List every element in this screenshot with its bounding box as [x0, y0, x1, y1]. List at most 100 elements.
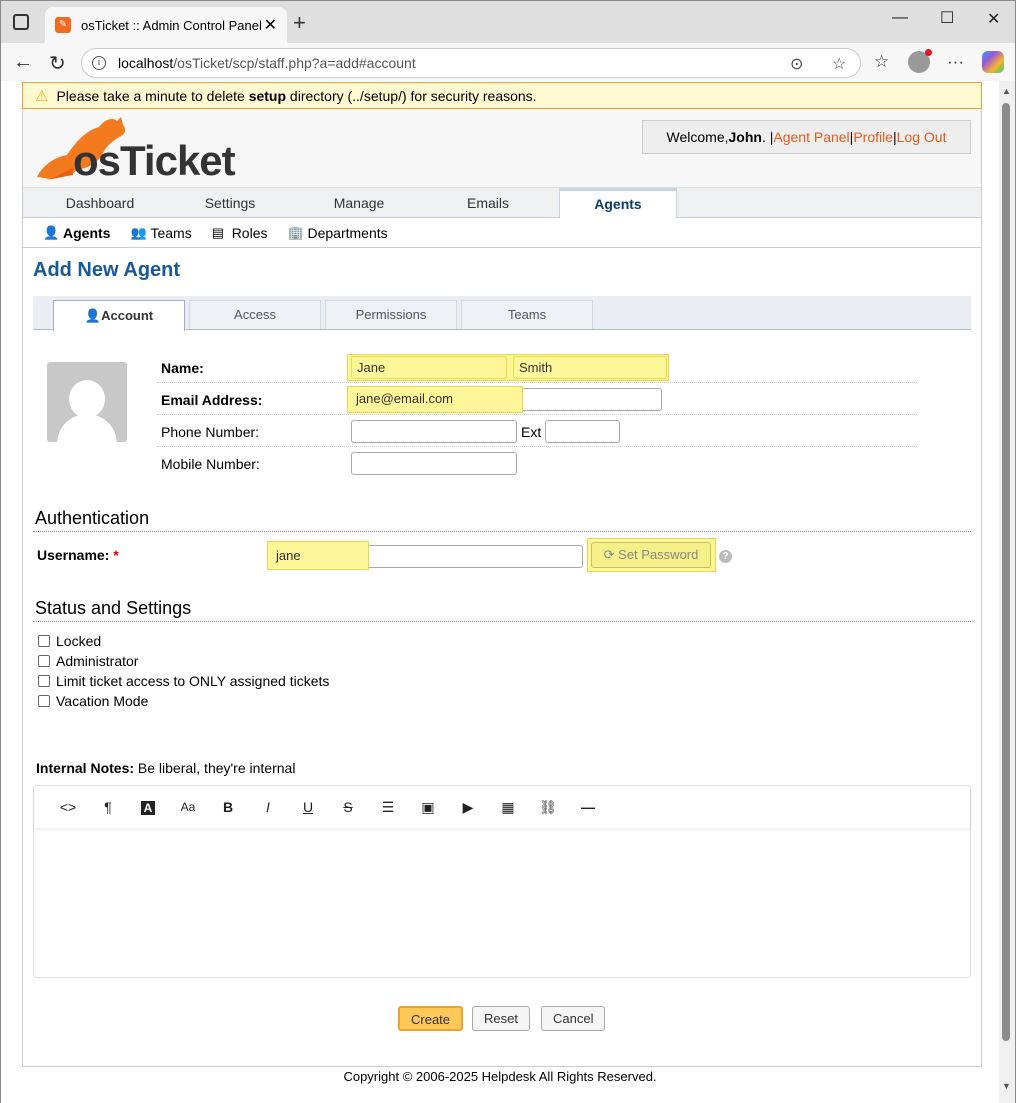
- italic-icon[interactable]: I: [248, 799, 288, 815]
- scrollbar[interactable]: ▲ ▼: [999, 81, 1015, 1103]
- set-password-label: Set Password: [618, 547, 699, 562]
- profile-link[interactable]: Profile: [853, 129, 893, 145]
- roles-icon: ▤: [211, 224, 224, 240]
- editor-toolbar: <> ¶ A Aa B I U S ☰ ▣ ▶ ▦ ⛓ —: [34, 786, 970, 828]
- minimize-icon[interactable]: —: [892, 9, 908, 27]
- close-tab-icon[interactable]: ✕: [264, 15, 277, 35]
- ext-field[interactable]: [545, 420, 620, 443]
- subnav-agents-label: Agents: [63, 224, 111, 241]
- name-row: Name: Jane Smith: [157, 351, 917, 383]
- reader-icon[interactable]: ⊙: [790, 54, 803, 74]
- osticket-favicon-icon: ✎: [55, 17, 71, 33]
- agent-panel-link[interactable]: Agent Panel: [773, 129, 849, 145]
- notes-editor[interactable]: <> ¶ A Aa B I U S ☰ ▣ ▶ ▦ ⛓ —: [33, 785, 971, 978]
- scroll-down-icon[interactable]: ▼: [1002, 1081, 1011, 1091]
- checkbox-box[interactable]: [38, 695, 50, 707]
- main-nav: Dashboard Settings Manage Emails Agents: [23, 187, 981, 220]
- font-color-glyph: A: [140, 801, 156, 815]
- tab-account[interactable]: 👤Account: [53, 300, 185, 331]
- notes-label-bold: Internal Notes:: [36, 760, 135, 776]
- welcome-sep: . |: [761, 129, 774, 145]
- form-tabs: 👤Account Access Permissions Teams: [33, 296, 971, 331]
- subnav-teams[interactable]: 👥 Teams: [130, 225, 191, 241]
- scroll-up-icon[interactable]: ▲: [1002, 86, 1011, 96]
- subnav-departments[interactable]: 🏢 Departments: [287, 225, 387, 241]
- strikethrough-icon[interactable]: S: [328, 799, 368, 815]
- site-info-icon[interactable]: i: [92, 56, 106, 70]
- browser-tab[interactable]: ✎ osTicket :: Admin Control Panel ✕: [45, 7, 287, 43]
- nav-manage[interactable]: Manage: [300, 188, 418, 219]
- nav-settings[interactable]: Settings: [171, 188, 289, 219]
- subnav-roles[interactable]: ▤ Roles: [212, 225, 268, 241]
- locked-checkbox[interactable]: Locked: [38, 633, 101, 649]
- nav-emails[interactable]: Emails: [429, 188, 547, 219]
- auth-divider: [33, 531, 971, 532]
- first-name-input[interactable]: Jane: [351, 356, 507, 379]
- profile-avatar-icon[interactable]: [908, 49, 932, 73]
- maximize-icon[interactable]: ☐: [940, 8, 954, 28]
- list-icon[interactable]: ☰: [368, 799, 408, 816]
- font-color-icon[interactable]: A: [128, 799, 168, 815]
- teams-icon: 👥: [130, 224, 147, 240]
- osticket-logo[interactable]: osTicket: [33, 113, 236, 184]
- table-icon[interactable]: ▦: [488, 799, 528, 816]
- email-value[interactable]: jane@email.com: [351, 388, 521, 411]
- tab-access[interactable]: Access: [189, 300, 321, 329]
- subnav-agents[interactable]: 👤 Agents: [43, 225, 110, 241]
- set-password-button[interactable]: ⟳ Set Password: [591, 542, 711, 568]
- username-value[interactable]: jane: [271, 545, 367, 568]
- administrator-checkbox[interactable]: Administrator: [38, 653, 138, 669]
- horizontal-rule-icon[interactable]: —: [568, 799, 608, 815]
- font-size-icon[interactable]: Aa: [168, 800, 208, 814]
- vacation-mode-label: Vacation Mode: [56, 693, 149, 709]
- mobile-row: Mobile Number:: [157, 447, 917, 479]
- authentication-heading: Authentication: [35, 508, 150, 528]
- tab-teams[interactable]: Teams: [461, 300, 593, 329]
- more-menu-icon[interactable]: ···: [947, 52, 964, 72]
- page-header: osTicket Welcome, John. | Agent Panel | …: [23, 109, 981, 187]
- email-label: Email Address:: [161, 392, 263, 408]
- url-path: /osTicket/scp/staff.php?a=add#account: [173, 55, 416, 71]
- paragraph-icon[interactable]: ¶: [88, 799, 128, 815]
- tab-title: osTicket :: Admin Control Panel: [81, 17, 262, 33]
- help-icon[interactable]: ?: [719, 550, 732, 563]
- window-close-icon[interactable]: ✕: [987, 9, 1000, 29]
- favorite-star-icon[interactable]: ☆: [832, 54, 846, 74]
- copilot-icon[interactable]: [982, 51, 1004, 73]
- page-title: Add New Agent: [33, 259, 181, 281]
- sidebar-toggle-icon[interactable]: [13, 14, 29, 30]
- url-input[interactable]: i localhost /osTicket/scp/staff.php?a=ad…: [81, 48, 861, 78]
- ext-label: Ext: [521, 424, 542, 440]
- reset-button[interactable]: Reset: [472, 1006, 530, 1031]
- logout-link[interactable]: Log Out: [897, 129, 947, 145]
- checkbox-box[interactable]: [38, 675, 50, 687]
- link-icon[interactable]: ⛓: [528, 799, 568, 816]
- cancel-button[interactable]: Cancel: [541, 1006, 606, 1031]
- username-label: Username: *: [37, 547, 119, 563]
- back-icon[interactable]: ←: [13, 51, 33, 74]
- html-code-icon[interactable]: <>: [48, 799, 88, 815]
- welcome-box: Welcome, John. | Agent Panel | Profile |…: [642, 120, 971, 154]
- bold-icon[interactable]: B: [208, 799, 248, 815]
- new-tab-icon[interactable]: +: [293, 10, 306, 36]
- limit-access-checkbox[interactable]: Limit ticket access to ONLY assigned tic…: [38, 673, 329, 689]
- mobile-field[interactable]: [351, 452, 517, 475]
- scrollbar-thumb[interactable]: [1002, 103, 1010, 1041]
- video-icon[interactable]: ▶: [448, 799, 488, 816]
- favorites-icon[interactable]: ☆: [874, 52, 889, 72]
- phone-field[interactable]: [351, 420, 517, 443]
- tab-permissions[interactable]: Permissions: [325, 300, 457, 329]
- refresh-icon[interactable]: ↻: [49, 51, 66, 76]
- subnav-roles-label: Roles: [231, 224, 268, 241]
- image-icon[interactable]: ▣: [408, 799, 448, 816]
- underline-icon[interactable]: U: [288, 799, 328, 815]
- checkbox-box[interactable]: [38, 635, 50, 647]
- checkbox-box[interactable]: [38, 655, 50, 667]
- nav-agents[interactable]: Agents: [559, 188, 677, 220]
- create-button[interactable]: Create: [398, 1006, 464, 1031]
- logo-text: osTicket: [73, 137, 236, 184]
- last-name-input[interactable]: Smith: [513, 356, 667, 379]
- vacation-mode-checkbox[interactable]: Vacation Mode: [38, 693, 148, 709]
- phone-row: Phone Number: Ext: [157, 415, 917, 447]
- nav-dashboard[interactable]: Dashboard: [41, 188, 159, 219]
